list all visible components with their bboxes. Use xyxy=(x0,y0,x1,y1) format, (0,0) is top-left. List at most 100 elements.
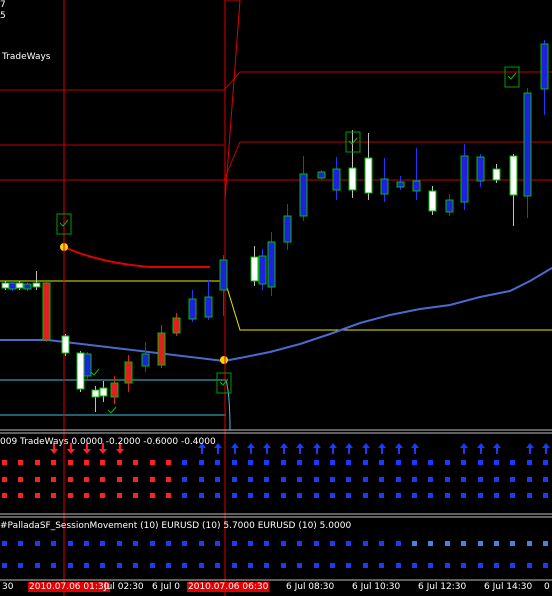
indicator-square xyxy=(248,493,253,498)
indicator-square xyxy=(527,563,532,568)
candle-body[interactable] xyxy=(476,156,485,182)
indicator-square xyxy=(182,460,187,465)
candle-body[interactable] xyxy=(42,282,51,341)
indicator-square xyxy=(396,563,401,568)
candle-body[interactable] xyxy=(124,361,133,384)
indicator-square xyxy=(461,460,466,465)
candle-body[interactable] xyxy=(141,353,150,367)
indicator-square xyxy=(133,563,138,568)
indicator-square xyxy=(527,460,532,465)
indicator-square xyxy=(51,541,56,546)
candle-body[interactable] xyxy=(299,173,308,217)
indicator-square xyxy=(461,493,466,498)
indicator-square xyxy=(330,541,335,546)
arrow-up-icon xyxy=(411,443,419,454)
candle-body[interactable] xyxy=(445,199,454,213)
arrow-up-icon xyxy=(280,443,288,454)
indicator-square xyxy=(2,477,7,482)
indicator-square xyxy=(314,493,319,498)
tradeways-indicator-panel[interactable] xyxy=(2,443,550,498)
vertical-time-markers[interactable] xyxy=(63,0,241,596)
main-price-panel[interactable] xyxy=(0,0,552,596)
arrow-up-icon xyxy=(526,443,534,454)
indicator-square xyxy=(412,493,417,498)
indicator-square xyxy=(494,460,499,465)
candle-body[interactable] xyxy=(509,155,518,196)
indicator-square xyxy=(100,460,105,465)
session-levels xyxy=(0,71,552,181)
indicator-square xyxy=(232,541,237,546)
candle-body[interactable] xyxy=(380,178,389,195)
candle-body[interactable] xyxy=(188,298,197,320)
candle-body[interactable] xyxy=(412,180,421,192)
candle-body[interactable] xyxy=(76,352,85,390)
arrow-up-icon xyxy=(542,443,550,454)
candle-body[interactable] xyxy=(32,282,41,288)
indicator-square xyxy=(297,493,302,498)
candle-body[interactable] xyxy=(348,167,357,191)
candle-body[interactable] xyxy=(283,215,292,243)
time-axis-label: 6 Jul 08:30 xyxy=(286,582,335,592)
indicator-square xyxy=(182,541,187,546)
candle-body[interactable] xyxy=(250,256,259,282)
candle-body[interactable] xyxy=(219,259,228,291)
time-axis-label: 30 xyxy=(2,582,14,592)
indicator-square xyxy=(297,477,302,482)
indicator-square xyxy=(412,460,417,465)
candle-body[interactable] xyxy=(396,181,405,188)
candle-body[interactable] xyxy=(428,190,437,212)
indicator-square xyxy=(527,493,532,498)
candle-body[interactable] xyxy=(172,317,181,334)
indicator-square xyxy=(215,460,220,465)
candle-body[interactable] xyxy=(23,283,32,290)
indicator-square xyxy=(396,477,401,482)
candle-body[interactable] xyxy=(267,241,276,288)
indicator-square xyxy=(281,541,286,546)
indicator-square xyxy=(330,563,335,568)
candle-body[interactable] xyxy=(157,332,166,366)
indicator-square xyxy=(281,493,286,498)
indicator-square xyxy=(232,477,237,482)
candle-body[interactable] xyxy=(99,387,108,397)
indicator-square xyxy=(51,493,56,498)
candle-body[interactable] xyxy=(317,171,326,179)
indicator-square xyxy=(527,541,532,546)
signal-dot[interactable] xyxy=(220,356,228,364)
candle-body[interactable] xyxy=(258,255,267,285)
candle-body[interactable] xyxy=(91,389,100,398)
session-movement-indicator-panel[interactable] xyxy=(2,541,548,568)
indicator-square xyxy=(248,563,253,568)
indicator-square xyxy=(543,477,548,482)
indicator-square xyxy=(133,493,138,498)
corner-label-1: 7 xyxy=(0,0,6,10)
arrow-up-icon xyxy=(477,443,485,454)
indicator-square xyxy=(150,493,155,498)
arrow-up-icon xyxy=(263,443,271,454)
indicator-square xyxy=(199,541,204,546)
indicator-square xyxy=(379,493,384,498)
candle-body[interactable] xyxy=(8,282,17,290)
indicator-square xyxy=(281,563,286,568)
indicator-square xyxy=(84,460,89,465)
candle-body[interactable] xyxy=(61,335,70,354)
indicator-square xyxy=(363,541,368,546)
candle-body[interactable] xyxy=(1,282,10,289)
candle-body[interactable] xyxy=(15,282,24,289)
candlesticks[interactable] xyxy=(1,40,549,412)
indicator-square xyxy=(363,563,368,568)
indicator-square xyxy=(412,541,417,546)
candle-body[interactable] xyxy=(204,296,213,318)
indicator-square xyxy=(363,460,368,465)
candle-body[interactable] xyxy=(492,168,501,181)
indicator-square xyxy=(133,460,138,465)
indicator-square xyxy=(346,541,351,546)
candle-body[interactable] xyxy=(460,155,469,203)
trading-chart[interactable] xyxy=(0,0,552,596)
candle-body[interactable] xyxy=(332,168,341,191)
candle-body[interactable] xyxy=(364,157,373,194)
candle-body[interactable] xyxy=(110,382,119,398)
candle-body[interactable] xyxy=(540,43,549,90)
candle-body[interactable] xyxy=(523,92,532,197)
indicator-square xyxy=(396,460,401,465)
candle-body[interactable] xyxy=(83,353,92,377)
